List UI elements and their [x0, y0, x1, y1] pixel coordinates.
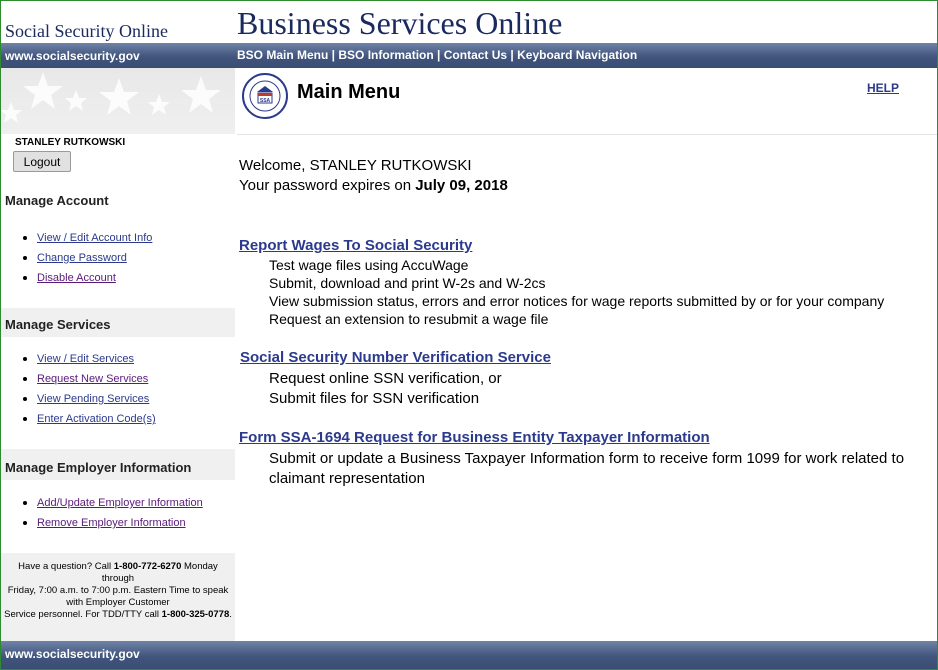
password-expiry: Your password expires on July 09, 2018 — [239, 176, 508, 196]
seal-abbr-text: SSA — [260, 98, 271, 104]
list-item: Change Password — [23, 251, 152, 271]
stars-icon — [1, 72, 221, 123]
view-edit-account-info-link[interactable]: View / Edit Account Info — [37, 232, 152, 244]
disable-account-link[interactable]: Disable Account — [37, 272, 116, 284]
nav-link-bso-information[interactable]: BSO Information — [338, 48, 433, 62]
section-title-manage-employer-information: Manage Employer Information — [5, 460, 192, 475]
ssn-verification-service-link[interactable]: Social Security Number Verification Serv… — [240, 349, 551, 366]
site-url-link[interactable]: www.socialsecurity.gov — [5, 49, 140, 63]
list-item: Enter Activation Code(s) — [23, 412, 156, 432]
enter-activation-codes-link[interactable]: Enter Activation Code(s) — [37, 413, 156, 425]
remove-employer-information-link[interactable]: Remove Employer Information — [37, 517, 186, 529]
site-header: Social Security Online Business Services… — [1, 1, 937, 43]
site-name[interactable]: Social Security Online — [5, 21, 168, 42]
stars-decoration — [1, 68, 235, 132]
help-link[interactable]: HELP — [867, 81, 899, 95]
list-item: View Pending Services — [23, 392, 156, 412]
main-header: SSA Main Menu HELP — [237, 68, 937, 135]
nav-link-keyboard-navigation[interactable]: Keyboard Navigation — [517, 48, 637, 62]
manage-employer-menu: Add/Update Employer Information Remove E… — [1, 496, 203, 536]
page-banner-title: Business Services Online — [237, 5, 563, 41]
ssa-seal-icon: SSA — [242, 73, 288, 119]
service-line: View submission status, errors and error… — [269, 293, 885, 309]
logout-button[interactable]: Logout — [13, 151, 71, 172]
welcome-block: Welcome, STANLEY RUTKOWSKI Your password… — [239, 156, 508, 196]
nav-links: BSO Main Menu | BSO Information | Contac… — [237, 48, 637, 62]
footer-url-link[interactable]: www.socialsecurity.gov — [5, 647, 140, 661]
footer-bar: www.socialsecurity.gov — [1, 641, 937, 669]
section-title-manage-services: Manage Services — [5, 317, 111, 332]
list-item: Add/Update Employer Information — [23, 496, 203, 516]
list-item: View / Edit Services — [23, 352, 156, 372]
form-ssa-1694-link[interactable]: Form SSA-1694 Request for Business Entit… — [239, 429, 710, 446]
list-item: Disable Account — [23, 271, 152, 291]
nav-separator: | — [507, 48, 518, 62]
password-expiry-date: July 09, 2018 — [415, 177, 508, 194]
help-contact-text: Have a question? Call 1-800-772-6270 Mon… — [3, 561, 233, 621]
service-line: Request online SSN verification, or — [269, 370, 502, 387]
list-item: Remove Employer Information — [23, 516, 203, 536]
help-text-e: . — [229, 609, 232, 620]
service-line: claimant representation — [269, 470, 425, 487]
ssn-verification-description: Request online SSN verification, or Subm… — [269, 369, 502, 409]
report-wages-description: Test wage files using AccuWage Submit, d… — [269, 256, 884, 328]
view-edit-services-link[interactable]: View / Edit Services — [37, 353, 134, 365]
user-panel: STANLEY RUTKOWSKI Logout Manage Account … — [1, 134, 235, 308]
change-password-link[interactable]: Change Password — [37, 252, 127, 264]
request-new-services-link[interactable]: Request New Services — [37, 373, 148, 385]
page-title: Main Menu — [297, 81, 401, 103]
manage-services-panel: View / Edit Services Request New Service… — [1, 337, 235, 449]
list-item: Request New Services — [23, 372, 156, 392]
service-line: Submit files for SSN verification — [269, 390, 480, 407]
service-line: Submit or update a Business Taxpayer Inf… — [269, 450, 905, 467]
list-item: View / Edit Account Info — [23, 231, 152, 251]
help-phone-number: 1-800-772-6270 — [113, 561, 182, 572]
add-update-employer-information-link[interactable]: Add/Update Employer Information — [37, 497, 203, 509]
nav-link-contact-us[interactable]: Contact Us — [444, 48, 507, 62]
help-text-d: Service personnel. For TDD/TTY call — [4, 609, 162, 620]
help-tty-number: 1-800-325-0778 — [161, 609, 230, 620]
nav-separator: | — [433, 48, 444, 62]
service-line: Submit, download and print W-2s and W-2c… — [269, 275, 546, 291]
report-wages-link[interactable]: Report Wages To Social Security — [239, 237, 472, 254]
nav-link-bso-main-menu[interactable]: BSO Main Menu — [237, 48, 328, 62]
browser-page: Social Security Online Business Services… — [0, 0, 938, 670]
username-label: STANLEY RUTKOWSKI — [15, 137, 126, 148]
password-expiry-label: Your password expires on — [239, 177, 416, 194]
manage-employer-panel: Add/Update Employer Information Remove E… — [1, 480, 235, 553]
help-text-c: Friday, 7:00 a.m. to 7:00 p.m. Eastern T… — [7, 585, 229, 608]
manage-account-menu: View / Edit Account Info Change Password… — [1, 231, 152, 291]
view-pending-services-link[interactable]: View Pending Services — [37, 393, 149, 405]
form-ssa-1694-description: Submit or update a Business Taxpayer Inf… — [269, 449, 904, 489]
service-line: Request an extension to resubmit a wage … — [269, 311, 549, 327]
left-sidebar: STANLEY RUTKOWSKI Logout Manage Account … — [1, 68, 235, 641]
service-line: Test wage files using AccuWage — [269, 257, 469, 273]
section-title-manage-account: Manage Account — [5, 193, 109, 208]
nav-separator: | — [328, 48, 339, 62]
top-navbar: www.socialsecurity.gov BSO Main Menu | B… — [1, 43, 937, 68]
welcome-text: Welcome, STANLEY RUTKOWSKI — [239, 157, 472, 174]
manage-services-menu: View / Edit Services Request New Service… — [1, 352, 156, 432]
help-text-a: Have a question? Call — [18, 561, 114, 572]
